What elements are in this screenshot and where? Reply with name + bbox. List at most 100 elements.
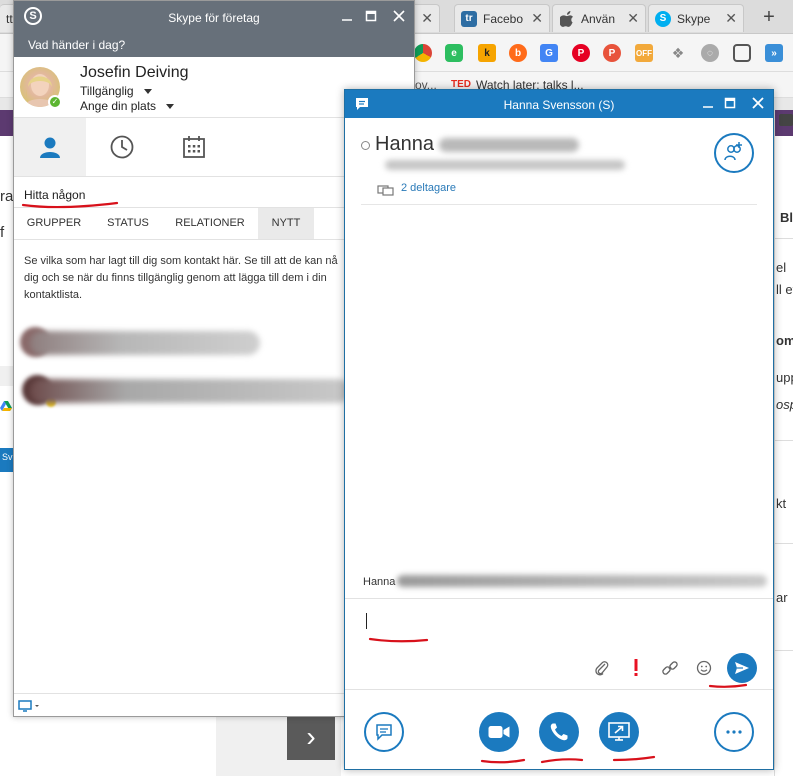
browser-tab-label: Använ: [581, 11, 616, 26]
close-tab-icon[interactable]: ✕: [531, 10, 543, 27]
browser-tab-label: Skype: [677, 11, 711, 26]
browser-tab-apple[interactable]: Använ ✕: [552, 4, 646, 32]
conversation-window: Hanna Svensson (S) Hanna 2 deltagare Han…: [344, 89, 774, 770]
compose-toolbar: [585, 653, 757, 683]
availability-dropdown[interactable]: Tillgänglig: [80, 84, 152, 98]
availability-label: Tillgänglig: [80, 84, 134, 98]
bg-text: Sv: [2, 452, 13, 462]
bg-text: el: [776, 260, 787, 275]
tab-new[interactable]: NYTT: [258, 208, 314, 239]
drive-icon: [0, 400, 12, 415]
red-underline-mark: [480, 758, 526, 764]
tab-status[interactable]: STATUS: [94, 208, 162, 239]
attach-icon[interactable]: [585, 653, 619, 683]
high-importance-icon[interactable]: [619, 653, 653, 683]
blurred-surname: [439, 138, 579, 152]
participants-link[interactable]: 2 deltagare: [401, 182, 456, 194]
chat-icon: [376, 724, 392, 741]
send-button[interactable]: [727, 653, 757, 683]
presence-icon: [361, 141, 370, 150]
new-contacts-description: Se vilka som har lagt till dig som konta…: [24, 255, 338, 301]
available-check-icon: ✓: [48, 95, 62, 109]
bg-text: oma: [776, 333, 793, 348]
apple-icon: [559, 10, 575, 27]
conversation-title-bar: Hanna Svensson (S): [345, 90, 773, 118]
conversation-toolbar: [345, 690, 773, 769]
next-arrow-button[interactable]: ›: [287, 716, 335, 760]
share-screen-icon: [608, 722, 630, 741]
bg-text: f: [0, 224, 5, 241]
send-icon: [735, 662, 749, 674]
red-underline-mark: [708, 683, 748, 688]
location-label: Ange din plats: [80, 99, 157, 113]
im-button[interactable]: [364, 712, 404, 752]
video-camera-icon: [488, 726, 510, 738]
calendar-icon: [183, 136, 205, 158]
bg-text: upp: [776, 370, 793, 385]
pocket-icon[interactable]: [733, 44, 751, 62]
header-divider: [361, 204, 757, 205]
phone-icon: [550, 723, 568, 741]
browser-tab-skype[interactable]: S Skype ✕: [648, 4, 744, 32]
tab-contacts[interactable]: [14, 118, 86, 176]
minimize-icon[interactable]: [697, 94, 719, 114]
video-call-button[interactable]: [479, 712, 519, 752]
close-tab-icon[interactable]: ✕: [627, 10, 639, 27]
blurred-contact-name: [30, 331, 260, 355]
red-underline-mark: [368, 637, 429, 643]
location-dropdown[interactable]: Ange din plats: [80, 99, 175, 113]
minimize-icon[interactable]: [336, 7, 358, 27]
pinterest-icon[interactable]: P: [572, 44, 590, 62]
pocket-red-icon[interactable]: P: [603, 44, 621, 62]
audio-call-button[interactable]: [539, 712, 579, 752]
text-caret: [366, 613, 367, 629]
chrome-icon[interactable]: [414, 44, 432, 62]
blurred-typing-text: [397, 575, 767, 587]
red-underline-mark: [612, 755, 656, 762]
extension-icon[interactable]: »: [765, 44, 783, 62]
evernote-icon[interactable]: e: [445, 44, 463, 62]
browser-tab-facebook[interactable]: tr Facebo ✕: [454, 4, 550, 32]
present-screen-button[interactable]: [599, 712, 639, 752]
contact-icon: [40, 137, 60, 158]
bg-text: kt: [776, 496, 787, 511]
close-icon[interactable]: [747, 94, 769, 114]
maximize-icon[interactable]: [719, 94, 741, 114]
tab-meetings[interactable]: [158, 118, 230, 176]
participants-icon[interactable]: [377, 184, 397, 199]
close-icon[interactable]: [388, 7, 410, 27]
chevron-down-icon: [143, 89, 152, 95]
close-tab-icon[interactable]: ✕: [421, 10, 433, 27]
translate-icon[interactable]: G: [540, 44, 558, 62]
dropbox-icon[interactable]: ❖: [669, 44, 687, 62]
message-input[interactable]: [345, 598, 773, 690]
user-name: Josefin Deiving: [80, 64, 189, 81]
tab-relations[interactable]: RELATIONER: [162, 208, 258, 239]
blurred-subtitle: [385, 160, 625, 170]
main-title-bar: S Skype för företag Vad händer i dag?: [14, 1, 414, 57]
add-people-button[interactable]: [714, 133, 754, 173]
chevron-down-icon: [166, 104, 175, 110]
k-icon[interactable]: k: [478, 44, 496, 62]
close-tab-icon[interactable]: ✕: [725, 10, 737, 27]
browser-tab-label: Facebo: [483, 11, 524, 26]
off-badge-icon[interactable]: OFF: [635, 44, 653, 62]
typing-indicator-name: Hanna: [363, 576, 396, 588]
new-tab-icon[interactable]: +: [758, 6, 780, 28]
hootsuite-icon[interactable]: b: [509, 44, 527, 62]
bg-text: ospe: [776, 397, 793, 412]
tab-history[interactable]: [86, 118, 158, 176]
link-icon[interactable]: [653, 653, 687, 683]
more-options-button[interactable]: [714, 712, 754, 752]
clock-icon: [110, 135, 134, 159]
red-underline-mark: [540, 758, 584, 764]
tab-groups[interactable]: GRUPPER: [14, 208, 94, 239]
device-settings-icon[interactable]: [18, 700, 42, 715]
status-message-input[interactable]: Vad händer i dag?: [28, 38, 125, 52]
maximize-icon[interactable]: [360, 7, 382, 27]
feedly-icon[interactable]: ◌: [701, 44, 719, 62]
bg-text: ll et: [776, 282, 793, 297]
bg-text: ar: [776, 590, 788, 605]
emoji-icon[interactable]: [687, 653, 721, 683]
bg-text: Bl: [780, 210, 793, 225]
